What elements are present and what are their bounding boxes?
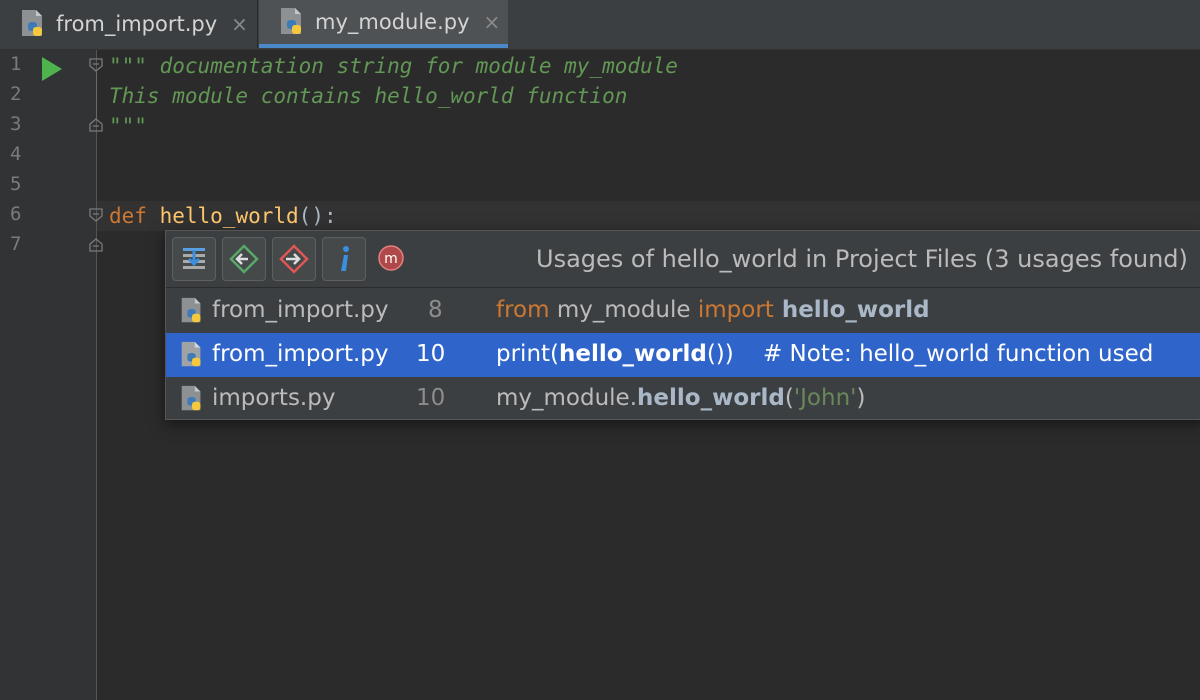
- python-file-icon: [277, 6, 307, 38]
- fold-start-icon[interactable]: [89, 208, 103, 222]
- usage-line-number: 8: [428, 297, 443, 323]
- usage-row-selected[interactable]: from_import.py 10 print(hello_world()) #…: [166, 333, 1200, 377]
- next-usage-button[interactable]: [272, 237, 316, 281]
- popup-title: Usages of hello_world in Project Files (…: [536, 245, 1188, 273]
- python-file-icon: [181, 297, 201, 323]
- run-icon[interactable]: [42, 57, 62, 81]
- line-number: 6: [10, 203, 22, 225]
- info-icon: [341, 246, 349, 271]
- editor-gutter: 1 2 3 4 5 6 7: [0, 50, 97, 700]
- previous-usage-icon: [229, 244, 259, 274]
- usage-code: my_module.hello_world('John'): [496, 385, 866, 411]
- previous-usage-button[interactable]: [222, 237, 266, 281]
- python-file-icon: [181, 385, 201, 411]
- code-line-3[interactable]: """: [109, 111, 147, 141]
- usage-file: imports.py: [212, 385, 336, 411]
- usage-code: from my_module import hello_world: [496, 297, 930, 323]
- close-icon[interactable]: ×: [484, 10, 501, 34]
- tab-my-module[interactable]: my_module.py ×: [259, 0, 508, 48]
- usage-file: from_import.py: [212, 341, 389, 367]
- next-usage-icon: [279, 244, 309, 274]
- usage-row[interactable]: from_import.py 8 from my_module import h…: [166, 289, 1200, 333]
- editor-tab-bar: from_import.py × my_module.py ×: [0, 0, 1200, 50]
- usage-file: from_import.py: [212, 297, 389, 323]
- popup-toolbar: m Usages of hello_world in Project Files…: [166, 231, 1200, 288]
- code-punctuation: ():: [298, 204, 337, 228]
- line-number: 2: [10, 83, 22, 105]
- settings-icon: [183, 248, 205, 269]
- fold-line: [96, 72, 97, 118]
- line-number: 1: [10, 53, 22, 75]
- info-button[interactable]: [322, 237, 366, 281]
- close-icon[interactable]: ×: [231, 12, 248, 36]
- usage-line-number: 10: [416, 341, 446, 367]
- fold-end-icon[interactable]: [89, 118, 103, 132]
- function-name: hello_world: [159, 204, 299, 228]
- tab-label: from_import.py: [56, 12, 218, 36]
- usages-popup: m Usages of hello_world in Project Files…: [165, 230, 1200, 420]
- python-file-icon: [181, 341, 201, 367]
- line-number: 5: [10, 173, 22, 195]
- line-number: 7: [10, 233, 22, 255]
- usage-row[interactable]: imports.py 10 my_module.hello_world('Joh…: [166, 377, 1200, 421]
- tab-from-import[interactable]: from_import.py ×: [0, 0, 258, 48]
- line-number: 3: [10, 113, 22, 135]
- settings-button[interactable]: [172, 237, 216, 281]
- python-file-icon: [18, 8, 48, 40]
- tab-label: my_module.py: [315, 10, 470, 34]
- fold-start-icon[interactable]: [89, 58, 103, 72]
- usage-code: print(hello_world()) # Note: hello_world…: [496, 341, 1154, 367]
- svg-text:m: m: [384, 251, 398, 267]
- code-line-1[interactable]: """ documentation string for module my_m…: [109, 51, 678, 81]
- usage-line-number: 10: [416, 385, 446, 411]
- fold-end-icon[interactable]: [89, 238, 103, 252]
- code-line-6[interactable]: def hello_world():: [109, 201, 337, 231]
- keyword-def: def: [109, 204, 147, 228]
- line-number: 4: [10, 143, 22, 165]
- module-button[interactable]: m: [376, 243, 406, 273]
- module-icon: m: [378, 245, 404, 271]
- code-line-2[interactable]: This module contains hello_world functio…: [109, 81, 627, 111]
